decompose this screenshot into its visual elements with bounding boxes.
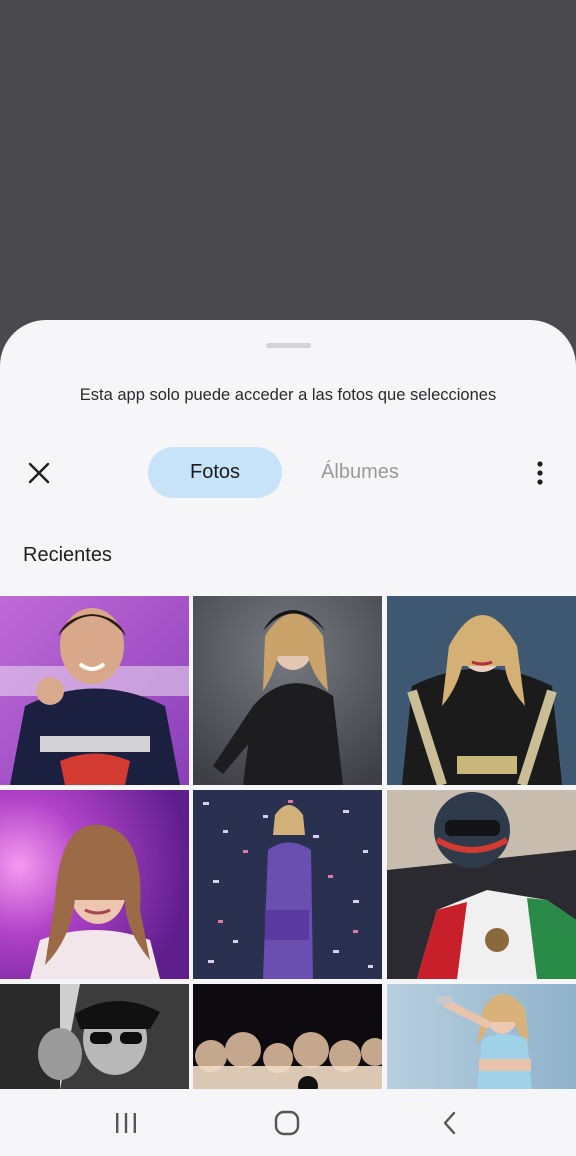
photo-thumbnail[interactable]	[387, 984, 576, 1090]
photo-thumbnail[interactable]	[0, 596, 189, 785]
photo-driver-image	[0, 596, 189, 785]
tab-albumes[interactable]: Álbumes	[290, 447, 430, 498]
photo-thumbnail[interactable]	[193, 790, 382, 979]
photo-singer-black-image	[193, 596, 382, 785]
back-button[interactable]	[430, 1107, 470, 1139]
photo-thumbnail[interactable]	[0, 984, 189, 1090]
tab-albumes-label: Álbumes	[321, 461, 399, 483]
photo-singer-mic-image	[387, 984, 576, 1090]
photo-singer-purple-image	[0, 790, 189, 979]
close-icon	[28, 462, 50, 484]
recents-icon	[116, 1113, 136, 1133]
photo-driver-flag-image	[387, 790, 576, 979]
access-notice: Esta app solo puede acceder a las fotos …	[79, 386, 497, 404]
photo-picker-sheet: Esta app solo puede acceder a las fotos …	[0, 320, 576, 1156]
photo-thumbnail[interactable]	[193, 984, 382, 1090]
photo-grid	[0, 596, 576, 1090]
photo-singer-gold-image	[387, 596, 576, 785]
recents-button[interactable]	[106, 1107, 146, 1139]
tab-fotos[interactable]: Fotos	[148, 447, 282, 498]
more-options-button[interactable]	[524, 456, 556, 490]
close-button[interactable]	[22, 456, 56, 490]
tab-fotos-label: Fotos	[189, 461, 241, 483]
section-title-recientes: Recientes	[23, 544, 112, 566]
photo-thumbnail[interactable]	[0, 790, 189, 979]
photo-thumbnail[interactable]	[387, 790, 576, 979]
home-button[interactable]	[267, 1107, 307, 1139]
navigation-bar	[0, 1089, 576, 1156]
home-icon	[274, 1110, 300, 1136]
photo-driver-bw-image	[0, 984, 189, 1090]
back-icon	[443, 1111, 456, 1135]
dimmed-background[interactable]	[0, 0, 576, 330]
photo-thumbnail[interactable]	[193, 596, 382, 785]
photo-thumbnail[interactable]	[387, 596, 576, 785]
photo-singer-confetti-image	[193, 790, 382, 979]
photo-dark-stage-image	[193, 984, 382, 1090]
drag-handle[interactable]	[266, 343, 311, 348]
more-vertical-icon	[537, 461, 543, 485]
